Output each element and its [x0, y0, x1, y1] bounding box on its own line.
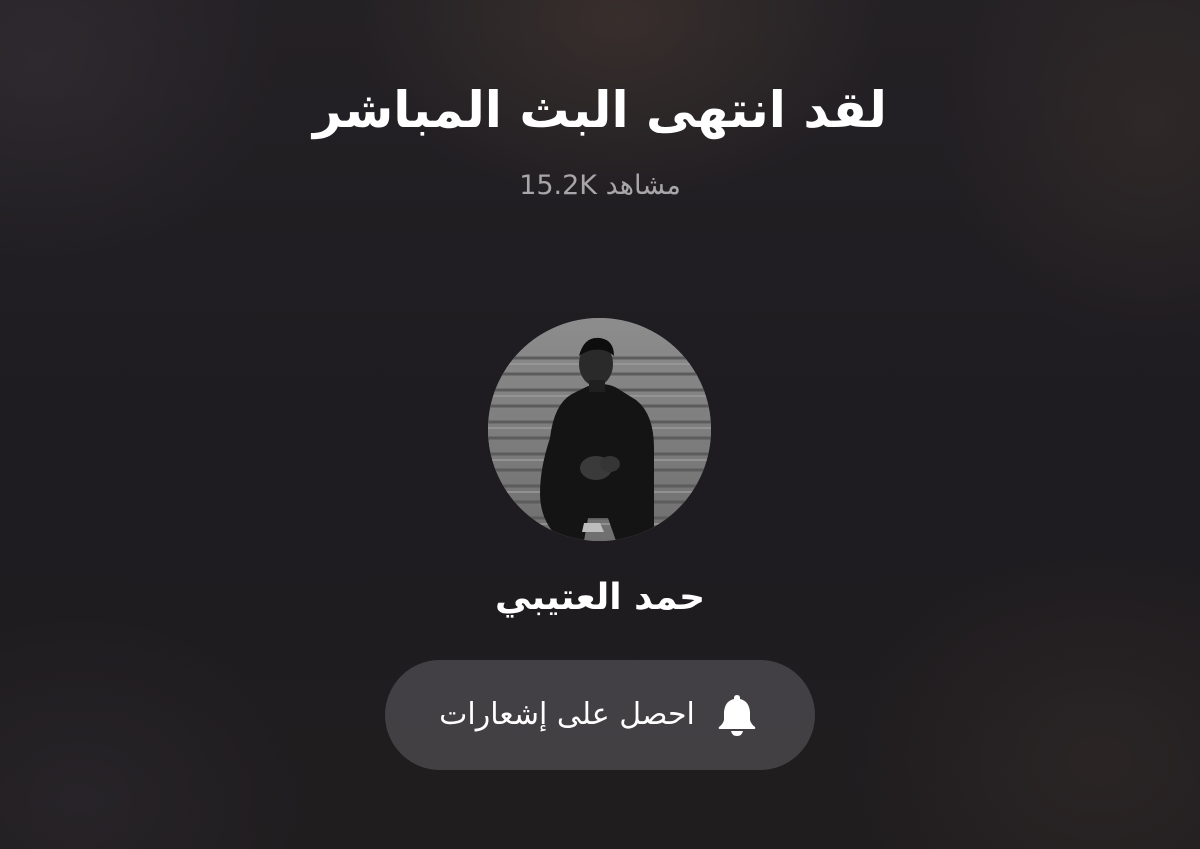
host-avatar[interactable]: [488, 318, 711, 541]
bell-icon: [713, 691, 761, 739]
notify-button-label: احصل على إشعارات: [439, 697, 695, 732]
viewer-label: مشاهد: [605, 170, 681, 201]
live-ended-title: لقد انتهى البث المباشر: [313, 81, 887, 139]
host-name[interactable]: حمد العتيبي: [0, 570, 1200, 626]
get-notifications-button[interactable]: احصل على إشعارات: [385, 660, 815, 770]
viewer-count-row: 15.2K مشاهد: [0, 166, 1200, 206]
viewer-count: 15.2K: [519, 170, 598, 201]
live-ended-screen: لقد انتهى البث المباشر 15.2K مشاهد حمد ا…: [0, 0, 1200, 849]
avatar-photo: [488, 318, 711, 541]
